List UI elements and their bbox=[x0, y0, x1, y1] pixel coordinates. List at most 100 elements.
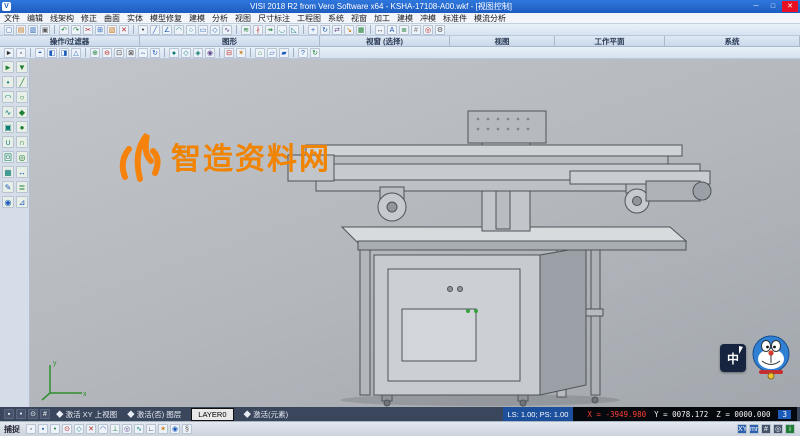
ortho-icon[interactable]: ∟ bbox=[146, 424, 156, 434]
grid-icon[interactable]: # bbox=[411, 25, 421, 35]
minimize-button[interactable]: ─ bbox=[748, 1, 764, 12]
group-label-graphics[interactable]: 图形 bbox=[140, 36, 320, 46]
cut-icon[interactable]: ✂ bbox=[83, 25, 93, 35]
menu-item-12[interactable]: 系统 bbox=[328, 13, 344, 24]
menu-item-14[interactable]: 加工 bbox=[374, 13, 390, 24]
text-icon[interactable]: A bbox=[387, 25, 397, 35]
menu-item-8[interactable]: 分析 bbox=[212, 13, 228, 24]
snap-near-icon[interactable]: ∿ bbox=[134, 424, 144, 434]
move-icon[interactable]: + bbox=[308, 25, 318, 35]
group-label-system[interactable]: 系统 bbox=[665, 36, 800, 46]
arc-tool-icon[interactable]: ◠ bbox=[2, 91, 14, 103]
zoom-window-icon[interactable]: ⊡ bbox=[114, 48, 124, 58]
machine-3d-model[interactable] bbox=[30, 59, 800, 407]
extend-icon[interactable]: ↠ bbox=[265, 25, 275, 35]
scale-icon[interactable]: ↘ bbox=[344, 25, 354, 35]
box-tool-icon[interactable]: ▣ bbox=[2, 121, 14, 133]
menu-item-2[interactable]: 线架构 bbox=[50, 13, 74, 24]
dynamic-icon[interactable]: § bbox=[182, 424, 192, 434]
plane-xz-icon[interactable]: ▰ bbox=[279, 48, 289, 58]
layer-tool-icon[interactable]: ≣ bbox=[16, 181, 28, 193]
snap-icon[interactable]: ◎ bbox=[423, 25, 433, 35]
view-tool-icon[interactable]: ◉ bbox=[2, 196, 14, 208]
note-tool-icon[interactable]: ✎ bbox=[2, 181, 14, 193]
view-front-icon[interactable]: ◧ bbox=[47, 48, 57, 58]
settings-icon[interactable]: ⚙ bbox=[435, 25, 445, 35]
surface-tool-icon[interactable]: ◆ bbox=[16, 106, 28, 118]
circle-tool-icon[interactable]: ○ bbox=[16, 91, 28, 103]
menu-item-15[interactable]: 建模 bbox=[397, 13, 413, 24]
group-label-filters[interactable]: 操作/过滤器 bbox=[0, 36, 140, 46]
paste-icon[interactable]: ▧ bbox=[107, 25, 117, 35]
menu-item-17[interactable]: 标准件 bbox=[443, 13, 467, 24]
track-icon[interactable]: ◉ bbox=[170, 424, 180, 434]
maximize-button[interactable]: □ bbox=[765, 1, 781, 12]
group-label-workplane[interactable]: 工作平面 bbox=[555, 36, 665, 46]
active-layer-value[interactable]: LAYER0 bbox=[191, 408, 233, 421]
wireframe-icon[interactable]: ◇ bbox=[181, 48, 191, 58]
open-icon[interactable]: ▤ bbox=[16, 25, 26, 35]
snap-intersection-icon[interactable]: ✕ bbox=[86, 424, 96, 434]
measure-icon[interactable]: ↔ bbox=[375, 25, 385, 35]
pattern-tool-icon[interactable]: ▦ bbox=[2, 166, 14, 178]
grid-toggle-icon[interactable]: # bbox=[761, 424, 771, 434]
line-icon[interactable]: ╱ bbox=[150, 25, 160, 35]
fillet-icon[interactable]: ◡ bbox=[277, 25, 287, 35]
units-icon[interactable]: mm bbox=[749, 424, 759, 434]
line-tool-icon[interactable]: ╱ bbox=[16, 76, 28, 88]
trim-icon[interactable]: ∤ bbox=[253, 25, 263, 35]
zoom-out-icon[interactable]: ⊖ bbox=[102, 48, 112, 58]
menu-item-1[interactable]: 编辑 bbox=[27, 13, 43, 24]
view-right-icon[interactable]: ◨ bbox=[59, 48, 69, 58]
print-icon[interactable]: ▣ bbox=[40, 25, 50, 35]
coord-mode-icon[interactable]: XY bbox=[737, 424, 747, 434]
layer-status-label[interactable]: ◆ 激活(否) 图层 bbox=[127, 409, 181, 420]
hidden-line-icon[interactable]: ◈ bbox=[193, 48, 203, 58]
polyline-icon[interactable]: ∠ bbox=[162, 25, 172, 35]
section-icon[interactable]: ⊟ bbox=[224, 48, 234, 58]
rectangle-icon[interactable]: ▭ bbox=[198, 25, 208, 35]
curve-tool-icon[interactable]: ∿ bbox=[2, 106, 14, 118]
menu-item-3[interactable]: 修正 bbox=[81, 13, 97, 24]
copy-icon[interactable]: ⊞ bbox=[95, 25, 105, 35]
snap-end-icon[interactable]: ▪ bbox=[4, 409, 14, 419]
snap-perp-icon[interactable]: ⊥ bbox=[110, 424, 120, 434]
menu-item-11[interactable]: 工程图 bbox=[297, 13, 321, 24]
plane-xy-icon[interactable]: ▱ bbox=[267, 48, 277, 58]
measure-tool-icon[interactable]: ⊿ bbox=[16, 196, 28, 208]
cylinder-tool-icon[interactable]: ● bbox=[16, 121, 28, 133]
snap-center-icon[interactable]: ⊙ bbox=[28, 409, 38, 419]
subtract-tool-icon[interactable]: ∩ bbox=[16, 136, 28, 148]
menu-item-18[interactable]: 模流分析 bbox=[474, 13, 506, 24]
snap-mid-icon[interactable]: • bbox=[50, 424, 60, 434]
menu-item-5[interactable]: 实体 bbox=[127, 13, 143, 24]
spline-icon[interactable]: ∿ bbox=[222, 25, 232, 35]
mirror-icon[interactable]: ⇄ bbox=[332, 25, 342, 35]
view-iso-icon[interactable]: △ bbox=[71, 48, 81, 58]
delete-icon[interactable]: ✕ bbox=[119, 25, 129, 35]
undo-icon[interactable]: ↶ bbox=[59, 25, 69, 35]
menu-item-0[interactable]: 文件 bbox=[4, 13, 20, 24]
menu-item-13[interactable]: 视窗 bbox=[351, 13, 367, 24]
menu-item-7[interactable]: 建模 bbox=[189, 13, 205, 24]
menu-item-16[interactable]: 冲模 bbox=[420, 13, 436, 24]
render-icon[interactable]: ◉ bbox=[205, 48, 215, 58]
save-icon[interactable]: ▥ bbox=[28, 25, 38, 35]
selection-icon[interactable]: ► bbox=[2, 61, 14, 73]
hole-tool-icon[interactable]: ◎ bbox=[16, 151, 28, 163]
snap-free-icon[interactable]: ▫ bbox=[26, 424, 36, 434]
polar-icon[interactable]: ✶ bbox=[158, 424, 168, 434]
menu-item-6[interactable]: 模型修复 bbox=[150, 13, 182, 24]
refresh-icon[interactable]: ↻ bbox=[310, 48, 320, 58]
snap-grid-icon[interactable]: # bbox=[40, 409, 50, 419]
chamfer-icon[interactable]: ◺ bbox=[289, 25, 299, 35]
element-status[interactable]: ◆ 激活(元素) bbox=[244, 409, 289, 420]
wcs-icon[interactable]: ⌂ bbox=[255, 48, 265, 58]
menu-item-4[interactable]: 曲面 bbox=[104, 13, 120, 24]
rotate-icon[interactable]: ↻ bbox=[320, 25, 330, 35]
snap-center-icon[interactable]: ⊙ bbox=[62, 424, 72, 434]
snap-tangent-icon[interactable]: ◠ bbox=[98, 424, 108, 434]
union-tool-icon[interactable]: ∪ bbox=[2, 136, 14, 148]
rotate-view-icon[interactable]: ↻ bbox=[150, 48, 160, 58]
menu-item-10[interactable]: 尺寸标注 bbox=[258, 13, 290, 24]
